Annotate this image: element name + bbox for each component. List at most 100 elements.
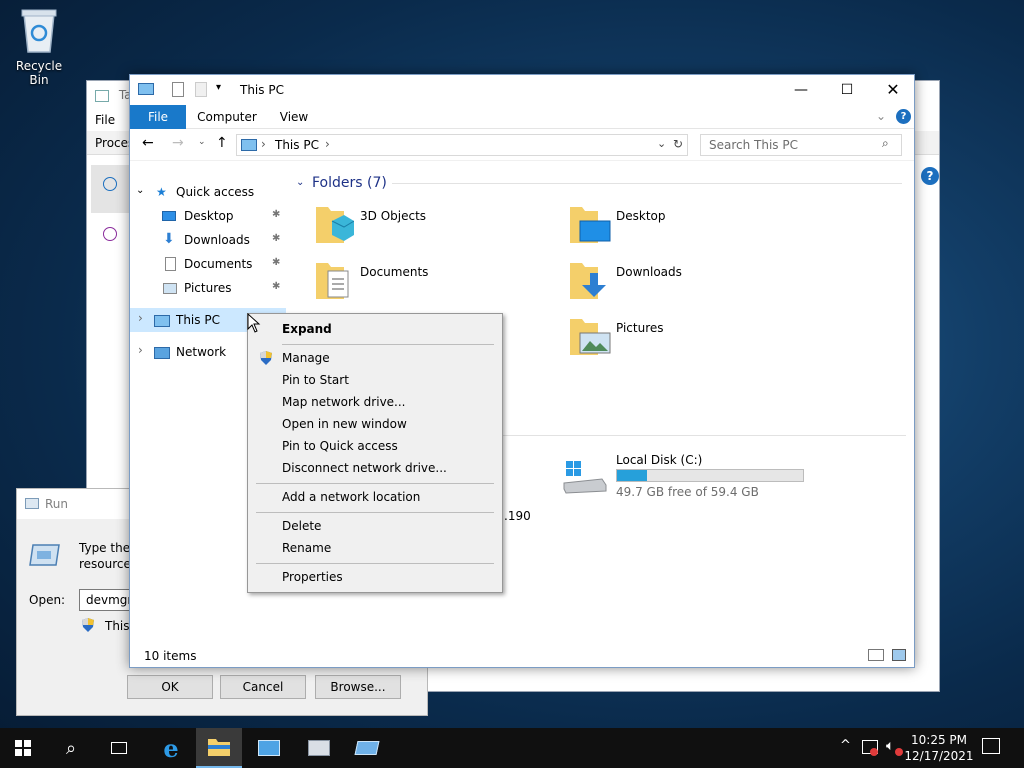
shield-icon [82, 618, 94, 632]
clock-date: 12/17/2021 [904, 749, 974, 763]
show-hidden-icons-icon[interactable]: ^ [840, 738, 851, 753]
task-manager-taskbar-icon[interactable] [296, 728, 342, 768]
close-icon[interactable]: ✕ [870, 75, 916, 105]
this-pc-address-icon [241, 139, 257, 151]
local-disk-c[interactable]: Local Disk (C:) 49.7 GB free of 59.4 GB [562, 451, 822, 505]
details-view-icon[interactable] [868, 649, 884, 661]
downloads-icon: ⬇ [163, 231, 175, 247]
quick-access-expand-icon[interactable]: ⌄ [136, 185, 144, 196]
this-pc-title-icon [138, 83, 154, 95]
volume-error-badge-icon [895, 748, 903, 756]
nav-downloads[interactable]: Downloads [184, 229, 250, 251]
task-view-icon[interactable] [96, 728, 142, 768]
up-arrow-icon[interactable]: ↑ [216, 135, 228, 151]
notifications-icon[interactable] [982, 738, 1000, 754]
clock-time: 10:25 PM [911, 733, 967, 747]
disk-name: Local Disk (C:) [616, 453, 703, 467]
recent-locations-icon[interactable]: ⌄ [198, 137, 206, 147]
cancel-button[interactable]: Cancel [220, 675, 306, 699]
large-icons-view-icon[interactable] [892, 649, 906, 661]
ribbon-tabs: File Computer View ⌄ ? [130, 105, 914, 129]
nav-desktop[interactable]: Desktop [184, 205, 234, 227]
menu-item-properties[interactable]: Properties [282, 567, 343, 587]
run-taskbar-icon[interactable] [344, 728, 390, 768]
tm-menu-file[interactable]: File [95, 113, 115, 127]
nav-network[interactable]: Network [176, 341, 226, 363]
server-manager-icon[interactable] [246, 728, 292, 768]
ribbon-tab-view[interactable]: View [272, 105, 316, 129]
tm-help-icon[interactable]: ? [921, 167, 939, 185]
nav-pictures[interactable]: Pictures [184, 277, 232, 299]
menu-item-rename[interactable]: Rename [282, 538, 331, 558]
menu-item-pin-to-start[interactable]: Pin to Start [282, 370, 349, 390]
ribbon-expand-icon[interactable]: ⌄ [876, 109, 886, 123]
menu-item-manage[interactable]: Manage [282, 348, 330, 368]
address-dropdown-icon[interactable]: ⌄ [657, 137, 666, 150]
network-location-partial: .190 [504, 509, 531, 523]
internet-explorer-icon[interactable]: e [148, 728, 194, 768]
qat-dropdown-icon[interactable]: ▾ [216, 82, 221, 93]
this-pc-expand-icon[interactable]: › [138, 311, 143, 325]
menu-item-open-new-window[interactable]: Open in new window [282, 414, 407, 434]
folder-name: 3D Objects [360, 209, 427, 223]
back-arrow-icon[interactable]: ← [142, 135, 154, 151]
file-explorer-taskbar-icon[interactable] [196, 728, 242, 768]
menu-item-pin-quick-access[interactable]: Pin to Quick access [282, 436, 398, 456]
menu-item-disconnect-network-drive[interactable]: Disconnect network drive... [282, 458, 447, 478]
menu-item-expand[interactable]: Expand [282, 319, 332, 339]
folders-group-header[interactable]: Folders (7) [312, 175, 387, 191]
address-chevron-icon[interactable]: › [325, 137, 330, 151]
task-view-glyph [111, 742, 127, 754]
desktop-folder-icon [570, 207, 611, 243]
hard-drive-icon [563, 461, 607, 494]
maximize-icon[interactable]: ☐ [824, 75, 870, 105]
pin-icon[interactable]: ✱ [272, 209, 280, 220]
system-clock[interactable]: 10:25 PM 12/17/2021 [904, 732, 974, 764]
context-menu: Expand Manage Pin to Start Map network d… [247, 313, 503, 593]
pin-icon[interactable]: ✱ [272, 281, 280, 292]
forward-arrow-icon[interactable]: → [172, 135, 184, 151]
pin-icon[interactable]: ✱ [272, 257, 280, 268]
browse-button[interactable]: Browse... [315, 675, 401, 699]
task-manager-icon [95, 89, 109, 102]
pin-icon[interactable]: ✱ [272, 233, 280, 244]
address-path[interactable]: This PC [275, 138, 319, 152]
properties-qat-icon[interactable] [172, 82, 184, 97]
nav-quick-access[interactable]: Quick access [176, 181, 254, 203]
ok-button[interactable]: OK [127, 675, 213, 699]
nav-documents[interactable]: Documents [184, 253, 252, 275]
taskbar: ⌕ e ^ 🔈︎ 10:25 PM 12/17/2021 [0, 728, 1024, 768]
new-folder-qat-icon[interactable] [195, 82, 207, 97]
help-icon[interactable]: ? [896, 109, 911, 124]
search-icon[interactable]: ⌕ [48, 728, 94, 768]
folder-pictures[interactable]: Pictures [570, 315, 810, 363]
ribbon-tab-computer[interactable]: Computer [192, 105, 262, 129]
task-manager-glyph [308, 740, 330, 756]
recycle-bin-desktop-icon[interactable]: Recycle Bin [6, 8, 72, 87]
volume-icon[interactable]: 🔈︎ [886, 738, 894, 754]
menu-item-map-network-drive[interactable]: Map network drive... [282, 392, 406, 412]
start-button[interactable] [0, 728, 46, 768]
minimize-icon[interactable]: — [778, 75, 824, 105]
folder-downloads[interactable]: Downloads [570, 259, 810, 307]
folder-documents[interactable]: Documents [314, 259, 554, 307]
folders-collapse-icon[interactable]: ⌄ [296, 177, 304, 188]
network-expand-icon[interactable]: › [138, 343, 143, 357]
refresh-icon[interactable]: ↻ [673, 137, 683, 151]
ribbon-tab-file[interactable]: File [130, 105, 186, 129]
disk-free-text: 49.7 GB free of 59.4 GB [616, 485, 759, 499]
documents-folder-icon [316, 263, 349, 299]
pictures-folder-icon [570, 319, 611, 355]
address-chevron-icon[interactable]: › [261, 137, 266, 151]
menu-item-delete[interactable]: Delete [282, 516, 321, 536]
menu-item-add-network-location[interactable]: Add a network location [282, 487, 420, 507]
documents-icon [165, 257, 176, 271]
disk-usage-fill [617, 470, 648, 481]
folder-desktop[interactable]: Desktop [570, 203, 810, 251]
folder-3d-objects[interactable]: 3D Objects [314, 203, 554, 251]
search-input[interactable]: Search This PC [700, 134, 902, 156]
address-bar[interactable]: › This PC › ⌄ ↻ [236, 134, 688, 156]
desktop-icon [162, 211, 176, 221]
nav-this-pc[interactable]: This PC [176, 309, 220, 331]
shield-icon [260, 351, 272, 365]
